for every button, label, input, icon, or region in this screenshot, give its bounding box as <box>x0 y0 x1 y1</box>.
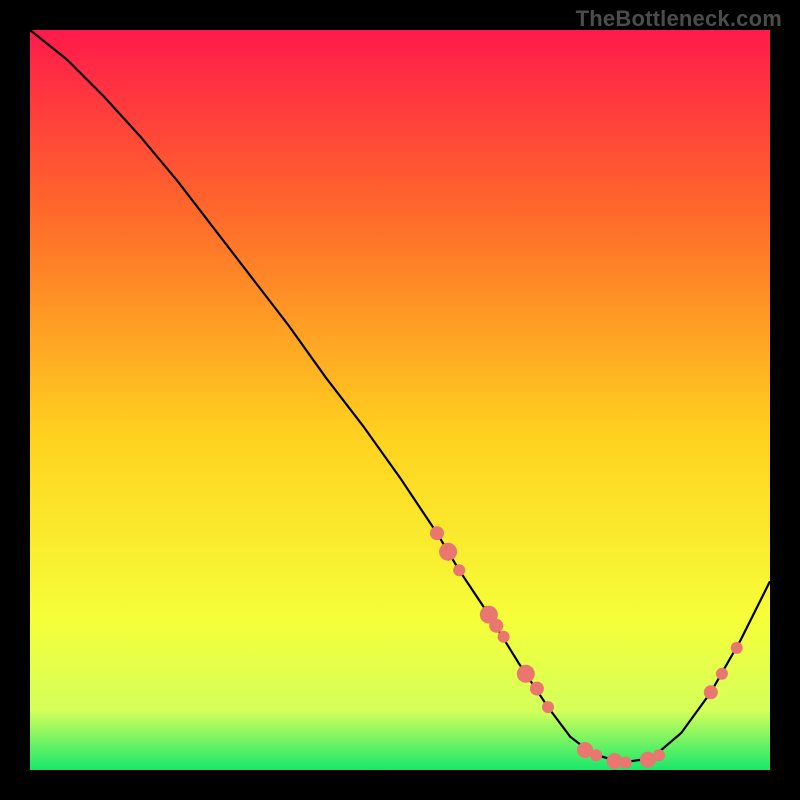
highlight-dot <box>716 668 728 680</box>
plot-background <box>30 30 770 770</box>
highlight-dot <box>498 631 510 643</box>
highlight-dot <box>704 685 718 699</box>
highlight-dot <box>489 619 503 633</box>
highlight-dot <box>453 564 465 576</box>
highlight-dot <box>653 749 665 761</box>
highlight-dot <box>731 642 743 654</box>
highlight-dot <box>439 543 457 561</box>
bottleneck-chart <box>0 0 800 800</box>
highlight-dot <box>430 526 444 540</box>
highlight-dot <box>620 757 632 769</box>
highlight-dot <box>530 682 544 696</box>
highlight-dot <box>517 665 535 683</box>
highlight-dot <box>590 749 602 761</box>
watermark-text: TheBottleneck.com <box>576 6 782 32</box>
highlight-dot <box>542 701 554 713</box>
